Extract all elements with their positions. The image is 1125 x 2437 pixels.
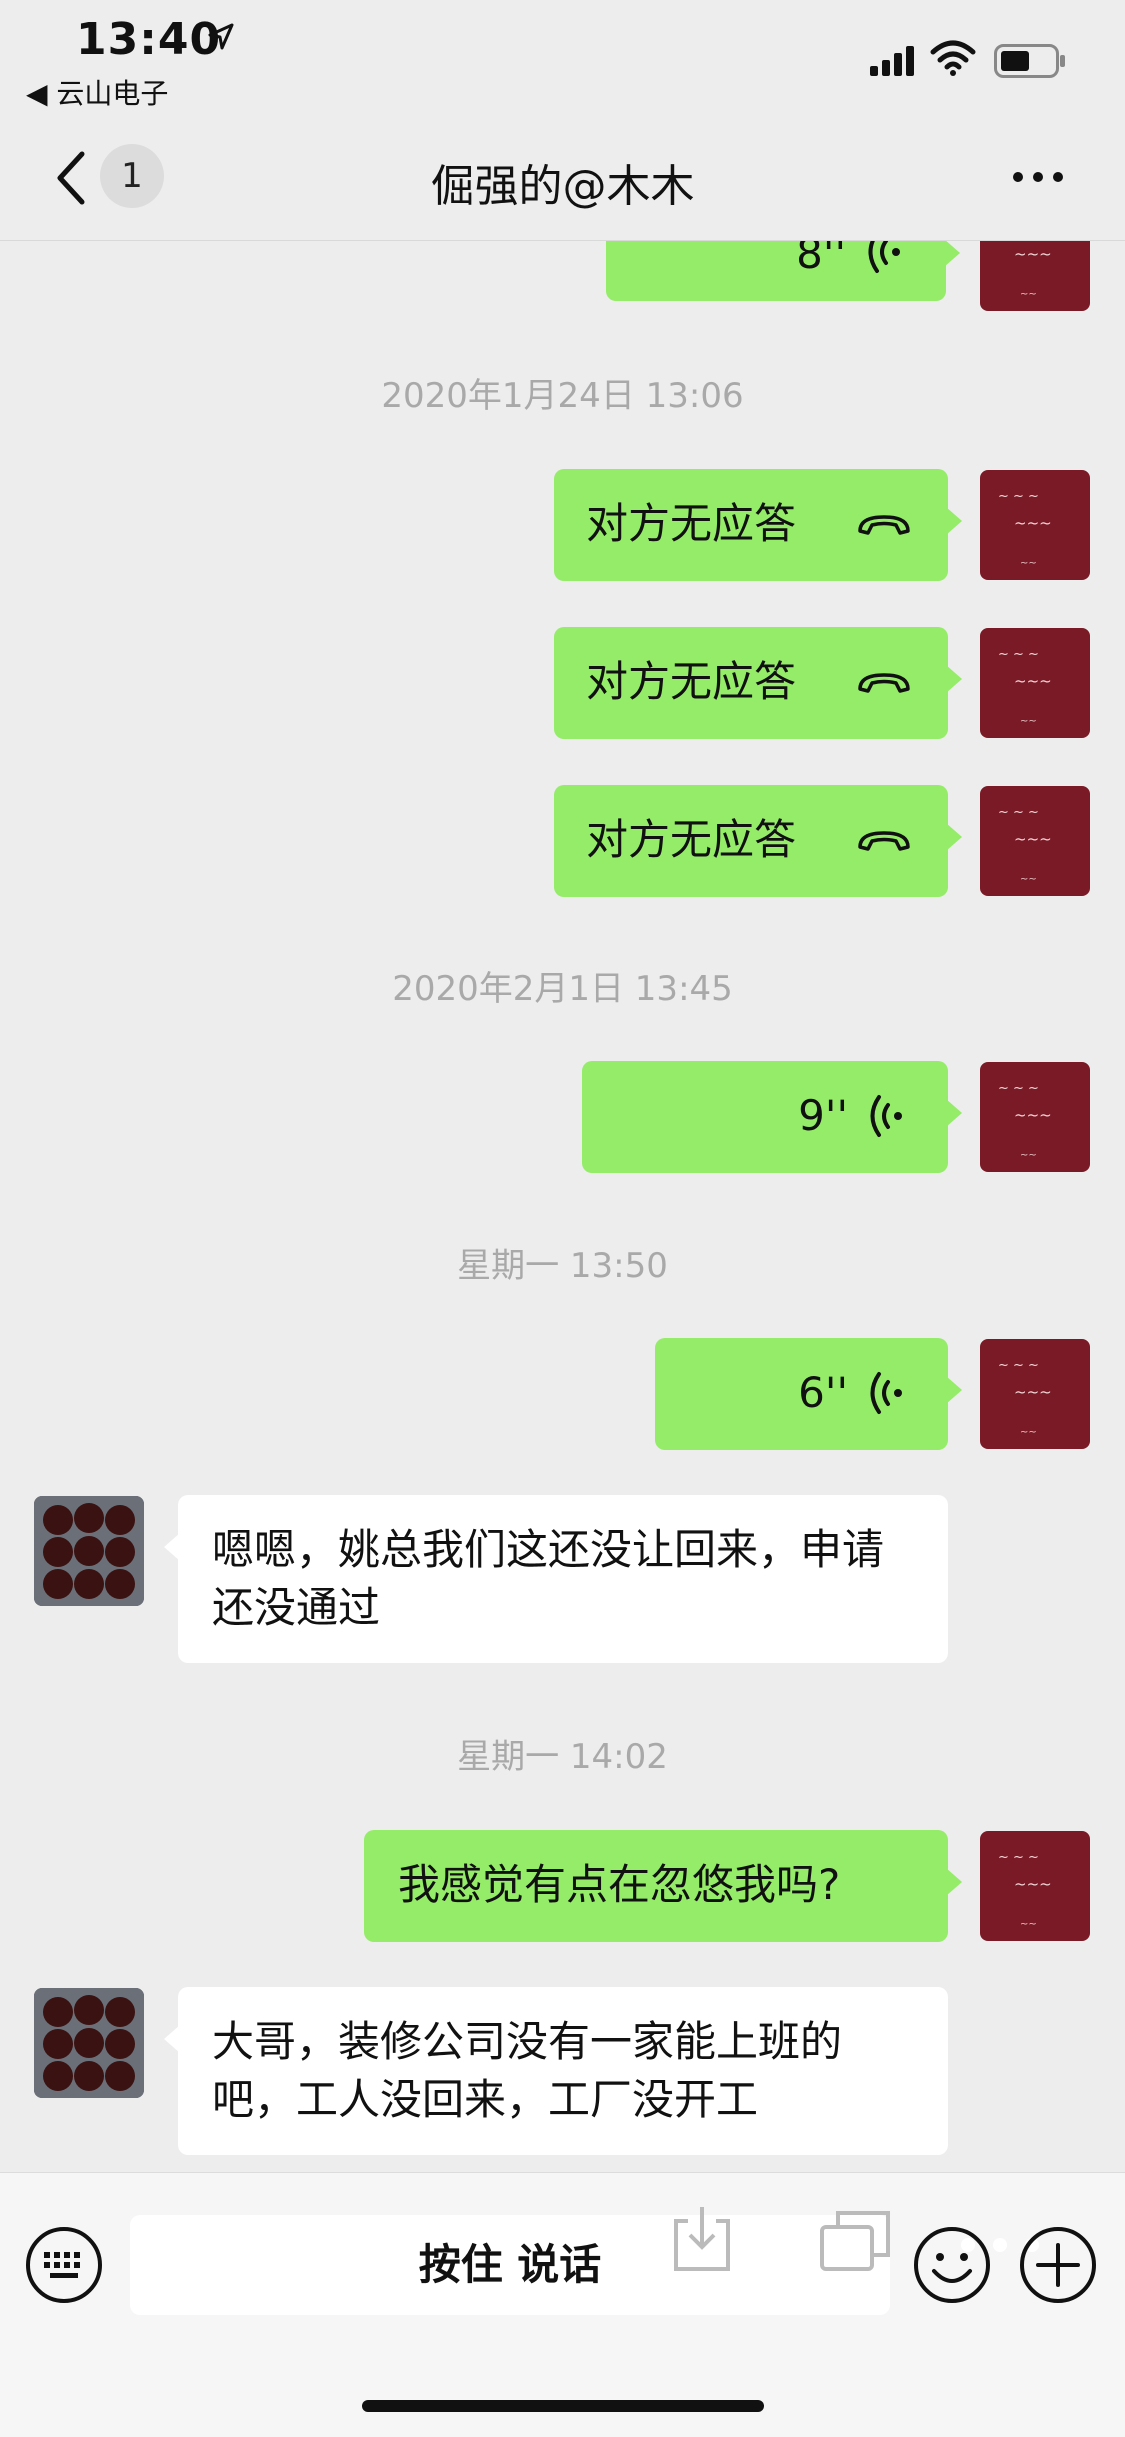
message-timestamp: 2020年1月24日 13:06 — [381, 376, 744, 416]
svg-text:~ ~ ~: ~ ~ ~ — [998, 1358, 1039, 1373]
svg-text:~ ~ ~: ~ ~ ~ — [998, 805, 1039, 820]
voice-message-bubble[interactable]: 9'' — [582, 1061, 962, 1173]
chat-title: 倔强的@木木 — [430, 161, 695, 212]
svg-text:~~~: ~~~ — [1014, 1106, 1052, 1124]
message-text: 我感觉有点在忽悠我吗? — [398, 1860, 841, 1909]
self-avatar[interactable]: ~ ~ ~~~~~~ — [980, 628, 1090, 738]
call-status-text: 对方无应答 — [586, 815, 797, 864]
voice-duration: 9'' — [798, 1091, 848, 1140]
back-to-app-link[interactable]: ◀ 云山电子 — [26, 72, 168, 112]
text-message-bubble[interactable]: 嗯嗯，姚总我们这还没让回来，申请还没通过 — [164, 1495, 948, 1663]
self-avatar[interactable]: ~ ~ ~~~~~~ — [980, 786, 1090, 896]
svg-text:~ ~ ~: ~ ~ ~ — [998, 1081, 1039, 1096]
svg-text:~ ~ ~: ~ ~ ~ — [998, 647, 1039, 662]
message-list[interactable]: 8'' ~ ~ ~~~~~~ 2020年1月24日 13:06 对方无应答 ~ … — [0, 241, 1125, 2171]
call-status-text: 对方无应答 — [586, 499, 797, 548]
voice-duration: 8'' — [796, 241, 846, 278]
svg-text:~~~: ~~~ — [1014, 514, 1052, 532]
svg-text:~~: ~~ — [1020, 1150, 1037, 1161]
wifi-icon — [930, 40, 976, 76]
status-time: 13:40 — [76, 14, 222, 65]
self-avatar[interactable]: ~ ~ ~~~~~~ — [980, 241, 1090, 311]
cellular-signal-icon — [870, 46, 914, 76]
svg-text:~~: ~~ — [1020, 289, 1037, 300]
svg-text:~~~: ~~~ — [1014, 1875, 1052, 1893]
missed-call-bubble[interactable]: 对方无应答 — [554, 785, 962, 897]
self-avatar[interactable]: ~ ~ ~~~~~~ — [980, 1062, 1090, 1172]
contact-avatar[interactable] — [34, 1496, 144, 1606]
missed-call-bubble[interactable]: 对方无应答 — [554, 469, 962, 581]
phone-hangup-icon — [858, 831, 910, 851]
svg-text:~ ~ ~: ~ ~ ~ — [998, 1850, 1039, 1865]
voice-message-bubble[interactable]: 6'' — [655, 1338, 962, 1450]
svg-text:~~: ~~ — [1020, 558, 1037, 569]
self-avatar[interactable]: ~ ~ ~~~~~~ — [980, 1831, 1090, 1941]
input-bar: 按住 说话 — [0, 2172, 1125, 2437]
svg-text:~ ~ ~: ~ ~ ~ — [998, 489, 1039, 504]
svg-text:~~~: ~~~ — [1014, 830, 1052, 848]
message-timestamp: 2020年2月1日 13:45 — [392, 969, 733, 1009]
call-status-text: 对方无应答 — [586, 657, 797, 706]
message-text: 大哥，装修公司没有一家能上班的吧，工人没回来，工厂没开工 — [212, 2017, 843, 2124]
home-indicator[interactable] — [362, 2400, 764, 2412]
download-overlay-icon — [674, 2207, 730, 2271]
svg-text:~~: ~~ — [1020, 874, 1037, 885]
text-message-bubble[interactable]: 大哥，装修公司没有一家能上班的吧，工人没回来，工厂没开工 — [164, 1987, 948, 2155]
svg-text:~~~: ~~~ — [1014, 245, 1052, 263]
more-options-icon[interactable] — [1010, 160, 1066, 194]
message-text: 嗯嗯，姚总我们这还没让回来，申请还没通过 — [212, 1525, 885, 1632]
voice-wave-icon — [870, 1372, 902, 1414]
voice-message-bubble[interactable]: 8'' — [606, 241, 960, 301]
nav-bar: 1 倔强的@木木 — [0, 110, 1125, 241]
svg-text:~~: ~~ — [1020, 1919, 1037, 1930]
text-message-bubble[interactable]: 我感觉有点在忽悠我吗? — [364, 1830, 962, 1942]
voice-duration: 6'' — [798, 1368, 848, 1417]
phone-hangup-icon — [858, 673, 910, 693]
self-avatar[interactable]: ~ ~ ~~~~~~ — [980, 1339, 1090, 1449]
svg-text:~~~: ~~~ — [1014, 672, 1052, 690]
location-arrow-icon — [208, 23, 234, 50]
more-plus-icon[interactable] — [1018, 2225, 1098, 2305]
message-timestamp: 星期一 14:02 — [457, 1737, 668, 1777]
svg-text:~~: ~~ — [1020, 1427, 1037, 1438]
battery-icon — [994, 44, 1065, 78]
status-bar: 13:40 ◀ 云山电子 — [0, 0, 1125, 110]
voice-wave-icon — [870, 1095, 902, 1137]
message-timestamp: 星期一 13:50 — [457, 1246, 668, 1286]
keyboard-toggle-icon[interactable] — [24, 2225, 104, 2305]
missed-call-bubble[interactable]: 对方无应答 — [554, 627, 962, 739]
svg-text:~~: ~~ — [1020, 716, 1037, 727]
phone-hangup-icon — [858, 515, 910, 535]
contact-avatar[interactable] — [34, 1988, 144, 2098]
window-stack-overlay-icon — [820, 2211, 890, 2271]
self-avatar[interactable]: ~ ~ ~~~~~~ — [980, 470, 1090, 580]
voice-wave-icon — [868, 241, 900, 273]
hold-to-talk-button[interactable]: 按住 说话 — [130, 2215, 890, 2315]
svg-text:~~~: ~~~ — [1014, 1383, 1052, 1401]
